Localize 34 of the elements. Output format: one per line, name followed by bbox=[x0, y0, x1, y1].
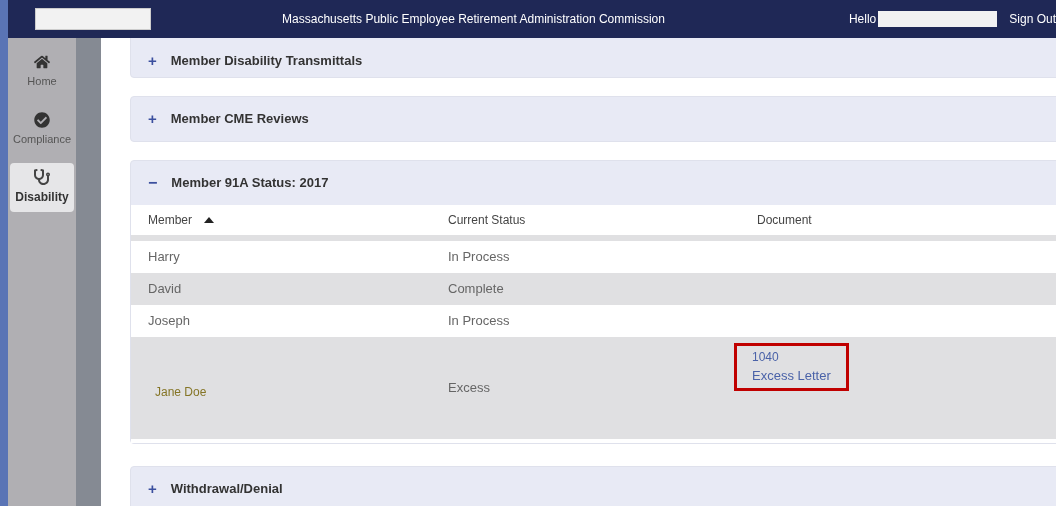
document-link[interactable]: Excess Letter bbox=[752, 366, 831, 386]
panel-title: Member Disability Transmittals bbox=[170, 52, 363, 71]
column-header[interactable]: Member bbox=[131, 211, 431, 229]
panel-header[interactable]: + Member CME Reviews bbox=[131, 97, 1056, 141]
panel-title: Withdrawal/Denial bbox=[170, 480, 283, 499]
table-cell-text: Harry bbox=[148, 248, 180, 267]
toggle-sign: − bbox=[148, 173, 158, 193]
table-cell-text: Joseph bbox=[148, 312, 190, 331]
table-cell-text: In Process bbox=[448, 248, 510, 267]
home-icon bbox=[34, 54, 50, 70]
column-header[interactable]: Current Status bbox=[431, 211, 740, 229]
column-header[interactable]: Document bbox=[740, 211, 1056, 229]
sidebar-item[interactable]: Compliance bbox=[10, 105, 74, 153]
panel-header[interactable]: − Member 91A Status: 2017 bbox=[131, 161, 1056, 205]
toggle-sign: + bbox=[148, 50, 157, 71]
table-cell-text: In Process bbox=[448, 312, 510, 331]
sidebar-item[interactable]: Home bbox=[10, 48, 74, 96]
panel-header[interactable]: + Withdrawal/Denial bbox=[131, 467, 1056, 506]
table-cell-text: Complete bbox=[448, 280, 504, 299]
sort-ascending-icon bbox=[204, 217, 214, 223]
panel-header[interactable]: + Member Disability Transmittals bbox=[131, 39, 1056, 83]
sign-out-link[interactable]: Sign Out bbox=[1009, 10, 1056, 28]
site-title: Massachusetts Public Employee Retirement Administration Commission bbox=[282, 11, 665, 28]
table-cell-text: Excess bbox=[448, 379, 490, 398]
panel-title: Member 91A Status: 2017 bbox=[171, 174, 329, 193]
greeting-text: Hello bbox=[848, 11, 877, 28]
table-cell-text: David bbox=[148, 280, 182, 299]
toggle-sign: + bbox=[148, 108, 157, 129]
panel-title: Member CME Reviews bbox=[170, 110, 309, 129]
toggle-sign: + bbox=[148, 478, 157, 499]
sidebar-item[interactable]: Disability bbox=[10, 163, 74, 212]
table-cell-text: Jane Doe bbox=[155, 384, 207, 401]
stethoscope-icon bbox=[34, 169, 50, 185]
document-link[interactable]: 1040 bbox=[752, 348, 831, 366]
